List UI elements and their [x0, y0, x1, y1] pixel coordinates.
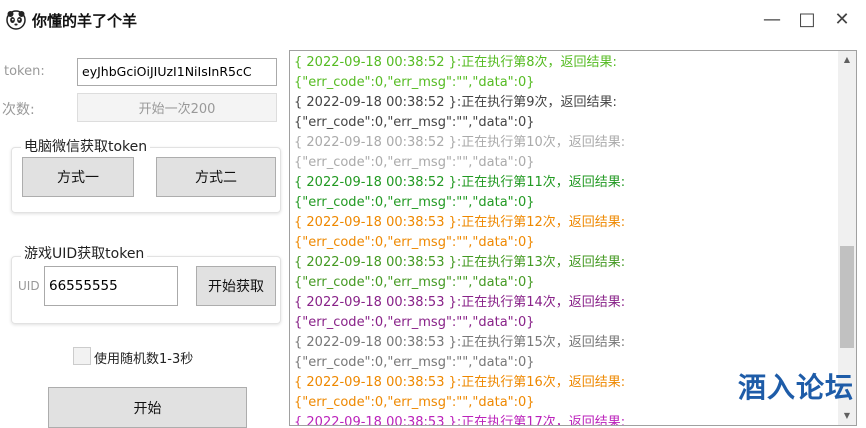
close-button[interactable]: ✕ — [826, 6, 858, 34]
log-line-result: {"err_code":0,"err_msg":"","data":0} — [294, 75, 535, 90]
log-line-header: { 2022-09-18 00:38:53 }:正在执行第15次，返回结果: — [294, 335, 626, 350]
forum-watermark: 酒入论坛 — [737, 371, 854, 404]
method-one-button[interactable]: 方式一 — [22, 157, 134, 197]
log-line-result: {"err_code":0,"err_msg":"","data":0} — [294, 235, 535, 250]
scroll-up-arrow-icon[interactable]: ▲ — [838, 51, 856, 69]
method-two-button[interactable]: 方式二 — [156, 157, 276, 197]
log-line-result: {"err_code":0,"err_msg":"","data":0} — [294, 115, 535, 130]
log-line-header: { 2022-09-18 00:38:53 }:正在执行第13次，返回结果: — [294, 255, 626, 270]
scroll-down-arrow-icon[interactable]: ▼ — [838, 407, 856, 425]
maximize-button[interactable]: □ — [791, 6, 823, 34]
uid-input[interactable]: 66555555 — [44, 266, 178, 306]
token-input[interactable]: eyJhbGciOiJIUzI1NiIsInR5cC — [77, 58, 277, 86]
title-bar: 你懂的羊了个羊 — □ ✕ — [0, 0, 866, 42]
start-button[interactable]: 开始 — [48, 387, 247, 428]
log-line-result: {"err_code":0,"err_msg":"","data":0} — [294, 155, 535, 170]
uid-group-title: 游戏UID获取token — [21, 243, 148, 263]
log-line-result: {"err_code":0,"err_msg":"","data":0} — [294, 275, 535, 290]
scroll-thumb[interactable] — [840, 246, 854, 348]
random-delay-label: 使用随机数1-3秒 — [94, 352, 194, 367]
run-once-button[interactable]: 开始一次200 — [77, 93, 277, 122]
random-delay-checkbox[interactable] — [73, 347, 91, 365]
log-line-result: {"err_code":0,"err_msg":"","data":0} — [294, 315, 535, 330]
log-line-header: { 2022-09-18 00:38:53 }:正在执行第12次，返回结果: — [294, 215, 626, 230]
log-line-header: { 2022-09-18 00:38:53 }:正在执行第14次，返回结果: — [294, 295, 626, 310]
log-line-header: { 2022-09-18 00:38:52 }:正在执行第9次，返回结果: — [294, 95, 617, 110]
log-line-header: { 2022-09-18 00:38:53 }:正在执行第17次，返回结果: — [294, 415, 626, 426]
minimize-button[interactable]: — — [756, 6, 788, 34]
window-title: 你懂的羊了个羊 — [32, 12, 138, 30]
log-line-header: { 2022-09-18 00:38:52 }:正在执行第8次，返回结果: — [294, 55, 617, 70]
wechat-group-title: 电脑微信获取token — [21, 136, 151, 156]
start-fetch-button[interactable]: 开始获取 — [196, 266, 276, 306]
log-line-header: { 2022-09-18 00:38:52 }:正在执行第11次，返回结果: — [294, 175, 626, 190]
count-label: 次数: — [2, 102, 35, 118]
token-label: token: — [4, 64, 45, 79]
uid-label: UID — [18, 279, 40, 293]
log-line-result: {"err_code":0,"err_msg":"","data":0} — [294, 195, 535, 210]
log-line-header: { 2022-09-18 00:38:52 }:正在执行第10次，返回结果: — [294, 135, 626, 150]
panda-app-icon — [6, 10, 26, 30]
